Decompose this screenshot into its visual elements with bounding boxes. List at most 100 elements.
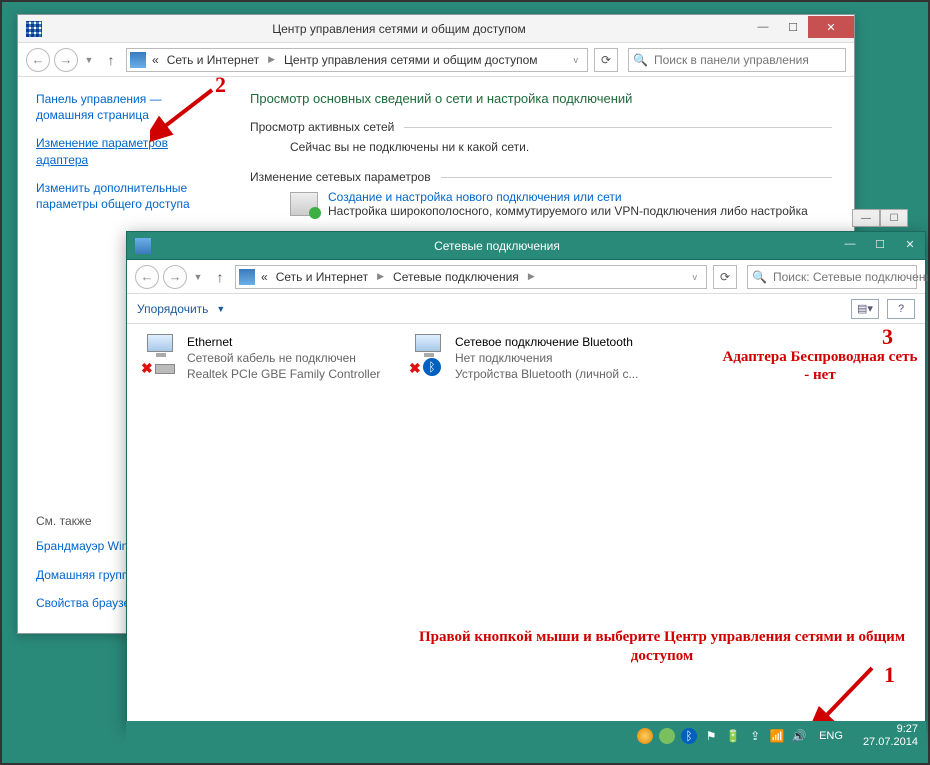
back-button[interactable]: ← [135,265,159,289]
search-input[interactable] [652,52,841,68]
new-connection-icon [290,192,318,216]
tray-icon-removable[interactable]: ⇪ [747,728,763,744]
annotation-arrow-2 [150,84,220,144]
error-x-icon: ✖ [141,360,155,374]
forward-button[interactable]: → [54,48,78,72]
annotation-text-3: Адаптера Беспроводная сеть - нет [720,348,920,384]
up-button[interactable]: ↑ [209,266,231,288]
tray-icon-bluetooth[interactable]: ᛒ [681,728,697,744]
address-bar[interactable]: « Сеть и Интернет ▶ Центр управления сет… [126,48,588,72]
new-connection-link[interactable]: Создание и настройка нового подключения … [328,190,808,204]
crumb-sep-icon[interactable]: ▶ [265,54,278,65]
connection-device: Realtek PCIe GBE Family Controller [187,366,391,382]
toolbar: Упорядочить ▼ ▤▾ ? [127,294,925,324]
minimize-button[interactable] [835,233,865,255]
connection-status: Сетевой кабель не подключен [187,350,391,366]
window-title: Центр управления сетями и общим доступом [50,22,748,36]
connection-status: Нет подключения [455,350,659,366]
new-connection-task[interactable]: Создание и настройка нового подключения … [250,190,832,218]
ethernet-plug-icon [155,364,175,374]
page-heading: Просмотр основных сведений о сети и наст… [250,91,832,106]
navigation-row: ← → ▼ ↑ « Сеть и Интернет ▶ Сетевые подк… [127,260,925,294]
search-icon: 🔍 [633,53,648,67]
titlebar[interactable]: Центр управления сетями и общим доступом [18,15,854,43]
refresh-button[interactable]: ⟳ [713,265,737,289]
tray-language[interactable]: ENG [819,730,843,742]
divider [441,177,832,178]
connection-name: Ethernet [187,334,391,350]
back-button[interactable]: ← [26,48,50,72]
error-x-icon: ✖ [409,360,423,374]
window-title: Сетевые подключения [159,239,835,253]
connection-item[interactable]: ✖ EthernetСетевой кабель не подключенReal… [137,330,395,387]
address-dropdown-icon[interactable]: v [568,55,585,65]
tray-icon-volume[interactable]: 🔊 [791,728,807,744]
view-options-button[interactable]: ▤▾ [851,299,879,319]
maximize-button[interactable] [865,233,895,255]
organize-dropdown-icon[interactable]: ▼ [216,304,225,314]
crumb-sep-icon[interactable]: ▶ [525,271,538,282]
annotation-number-3: 3 [882,324,893,350]
history-dropdown[interactable]: ▼ [82,48,96,72]
refresh-button[interactable]: ⟳ [594,48,618,72]
tray-icon-battery[interactable]: 🔋 [725,728,741,744]
crumb-prefix: « [150,53,161,67]
crumb-1[interactable]: Сеть и Интернет [165,53,261,67]
adapter-icon: ✖ [141,334,181,374]
bluetooth-icon: ᛒ [423,358,441,376]
annotation-text-1: Правой кнопкой мыши и выберите Центр упр… [412,628,912,666]
window-buttons [748,19,854,38]
address-dropdown-icon[interactable]: v [687,272,704,282]
tray-icon-skype[interactable] [659,728,675,744]
address-icon [130,52,146,68]
navigation-row: ← → ▼ ↑ « Сеть и Интернет ▶ Центр управл… [18,43,854,77]
search-icon: 🔍 [752,270,767,284]
maximize-button[interactable] [778,16,808,38]
section-active-label: Просмотр активных сетей [250,120,394,134]
crumb-1[interactable]: Сеть и Интернет [274,270,370,284]
connection-item[interactable]: ✖ᛒ Сетевое подключение BluetoothНет подкл… [405,330,663,387]
no-connection-text: Сейчас вы не подключены ни к какой сети. [250,140,832,154]
new-connection-desc: Настройка широкополосного, коммутируемог… [328,204,808,218]
network-center-icon [26,21,42,37]
minimize-button[interactable] [748,16,778,38]
search-box[interactable]: 🔍 [628,48,846,72]
organize-menu[interactable]: Упорядочить [137,302,208,316]
tray-clock[interactable]: 9:27 27.07.2014 [863,723,918,748]
tray-icon-network[interactable]: 📶 [769,728,785,744]
crumb-prefix: « [259,270,270,284]
address-icon [239,269,255,285]
crumb-2[interactable]: Центр управления сетями и общим доступом [282,53,540,67]
crumb-sep-icon[interactable]: ▶ [374,271,387,282]
address-bar[interactable]: « Сеть и Интернет ▶ Сетевые подключения … [235,265,707,289]
section-params-label: Изменение сетевых параметров [250,170,431,184]
tray-time: 9:27 [863,723,918,736]
section-active-networks: Просмотр активных сетей [250,120,832,134]
sidebar-sharing-link[interactable]: Изменить дополнительные параметры общего… [36,180,216,212]
connection-name: Сетевое подключение Bluetooth [455,334,659,350]
tray-icon-action-center[interactable]: ⚑ [703,728,719,744]
tray-date: 27.07.2014 [863,736,918,749]
tray-icon-user[interactable] [637,728,653,744]
adapter-icon: ✖ᛒ [409,334,449,374]
taskbar[interactable]: ᛒ ⚑ 🔋 ⇪ 📶 🔊 ENG 9:27 27.07.2014 [126,721,926,751]
annotation-number-1: 1 [884,662,895,688]
background-window-buttons: — ☐ [852,209,908,227]
crumb-2[interactable]: Сетевые подключения [391,270,521,284]
search-box[interactable]: 🔍 [747,265,917,289]
help-button[interactable]: ? [887,299,915,319]
up-button[interactable]: ↑ [100,49,122,71]
search-input[interactable] [771,269,930,285]
network-connections-icon [135,238,151,254]
history-dropdown[interactable]: ▼ [191,265,205,289]
section-change-params: Изменение сетевых параметров [250,170,832,184]
close-button[interactable] [808,16,854,38]
titlebar[interactable]: Сетевые подключения [127,232,925,260]
bg-minimize-button[interactable]: — [852,209,880,227]
divider [404,127,832,128]
connection-device: Устройства Bluetooth (личной с... [455,366,659,382]
bg-maximize-button[interactable]: ☐ [880,209,908,227]
window-buttons [835,236,925,255]
forward-button[interactable]: → [163,265,187,289]
close-button[interactable] [895,233,925,255]
